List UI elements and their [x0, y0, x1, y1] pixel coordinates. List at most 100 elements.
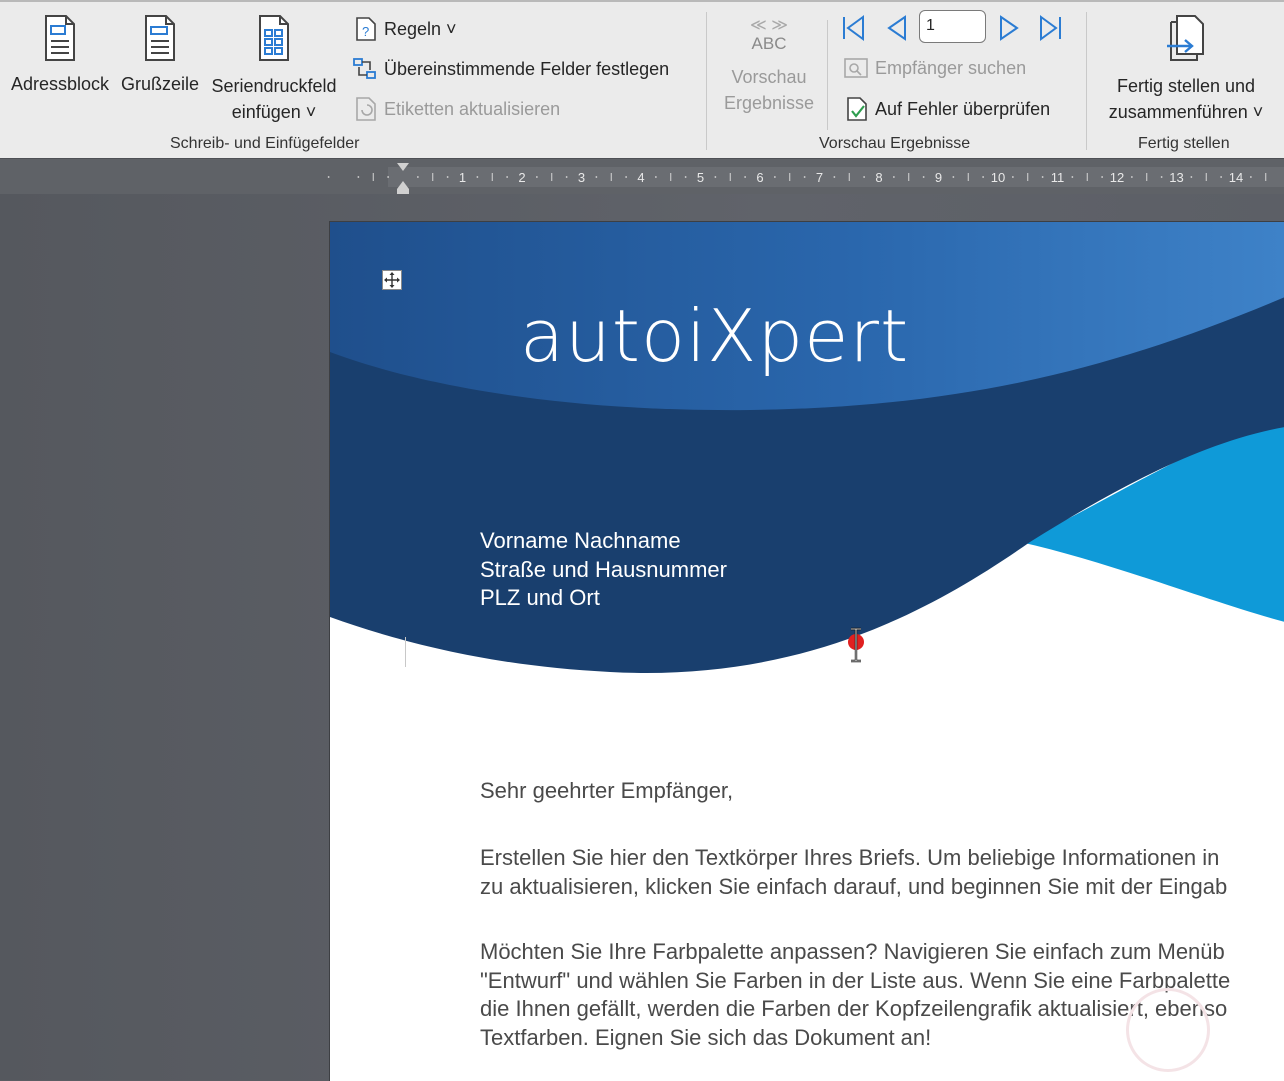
ruler-tick [684, 176, 687, 178]
seriendruckfeld-label-1: Seriendruckfeld [211, 76, 337, 96]
match-fields-button[interactable]: Übereinstimmende Felder festlegen [352, 56, 669, 82]
record-number-input[interactable]: 1 [919, 10, 986, 43]
vorschau-label-2: Ergebnisse [723, 93, 815, 113]
document-page[interactable]: autoiXpert Vorname Nachname Straße und H… [329, 221, 1284, 1081]
company-logo: autoiXpert [520, 294, 910, 378]
next-record-icon[interactable] [996, 14, 1022, 42]
ruler-label: 7 [816, 170, 823, 185]
ruler-label: 5 [697, 170, 704, 185]
ruler-tick [1011, 176, 1014, 178]
ruler-label: 12 [1110, 170, 1124, 185]
recipient-address[interactable]: Vorname Nachname Straße und Hausnummer P… [480, 527, 727, 613]
first-record-icon[interactable] [840, 14, 868, 42]
abc-icon: ABC [751, 34, 787, 53]
click-indicator [1126, 988, 1210, 1072]
finish-merge-icon [1167, 15, 1204, 61]
ruler-tick [892, 176, 895, 178]
ruler-tick [1190, 176, 1193, 178]
ruler-tick [952, 176, 955, 178]
ruler-tick [625, 176, 628, 178]
find-recipient-button[interactable]: Empfänger suchen [843, 56, 1026, 80]
ruler-tick [506, 176, 509, 178]
insert-merge-field-icon [259, 15, 289, 61]
group-label-finish: Fertig stellen [1138, 135, 1230, 152]
regeln-label: Regeln ˅ [384, 18, 457, 39]
ribbon-separator [706, 12, 707, 150]
ribbon: Adressblock Grußzeile Seriendruckfeld ei… [0, 0, 1284, 158]
ruler-label: 3 [578, 170, 585, 185]
ruler-label: 11 [1051, 170, 1065, 185]
find-recipient-label: Empfänger suchen [875, 57, 1027, 78]
ruler-tick [773, 176, 776, 178]
ruler-tick [387, 176, 390, 178]
ruler-label: 4 [637, 170, 644, 185]
text-margin-indicator [405, 637, 406, 667]
address-line: Straße und Hausnummer [480, 556, 727, 582]
paragraph-line: zu aktualisieren, klicken Sie einfach da… [480, 873, 1228, 899]
ruler-label: 6 [756, 170, 763, 185]
vorschau-label-1: Vorschau [731, 67, 807, 87]
ruler-label: 8 [875, 170, 882, 185]
ruler-tick [1220, 176, 1223, 178]
finish-label-1: Fertig stellen und [1116, 76, 1256, 96]
ruler-tick [833, 176, 836, 178]
adressblock-button[interactable]: Adressblock [8, 14, 112, 97]
ruler-tick [744, 176, 747, 178]
horizontal-ruler[interactable]: 1 2 3 4 5 6 7 8 9 10 11 12 13 14 [0, 158, 1284, 196]
last-record-icon[interactable] [1036, 14, 1064, 42]
regeln-button[interactable]: ? Regeln ˅ [354, 16, 457, 42]
find-recipient-icon [844, 58, 868, 78]
rules-icon: ? [356, 17, 376, 41]
ribbon-separator [827, 20, 828, 130]
ruler-scale: 1 2 3 4 5 6 7 8 9 10 11 12 13 14 [327, 163, 1284, 194]
match-fields-label: Übereinstimmende Felder festlegen [384, 58, 670, 79]
ruler-tick [982, 176, 985, 178]
address-line: PLZ und Ort [480, 585, 600, 610]
ruler-tick [357, 176, 360, 178]
move-handle-icon[interactable] [382, 270, 402, 290]
finish-label-2: zusammenführen ˅ [1108, 102, 1264, 122]
ruler-tick [803, 176, 806, 178]
header-graphic [330, 222, 1284, 682]
ruler-label: 10 [991, 170, 1005, 185]
ruler-tick [565, 176, 568, 178]
ruler-tick [1160, 176, 1163, 178]
ruler-tick [595, 176, 598, 178]
ruler-tick [1249, 176, 1252, 178]
svg-text:?: ? [362, 24, 369, 39]
seriendruckfeld-button[interactable]: Seriendruckfeld einfügen ˅ [206, 14, 342, 125]
ruler-label: 9 [935, 170, 942, 185]
seriendruckfeld-label-2: einfügen ˅ [231, 102, 317, 122]
ruler-label: 13 [1169, 170, 1183, 185]
adressblock-label: Adressblock [10, 74, 110, 94]
match-fields-icon [353, 58, 376, 79]
ruler-tick [863, 176, 866, 178]
ruler-tick [1130, 176, 1133, 178]
salutation[interactable]: Sehr geehrter Empfänger, [480, 777, 733, 806]
greeting-line-icon [145, 15, 175, 61]
group-label-write-insert: Schreib- und Einfügefelder [170, 135, 360, 152]
preview-results-button[interactable]: ≪ ≫ ABC Vorschau Ergebnisse [720, 18, 818, 116]
grusszeile-button[interactable]: Grußzeile [118, 14, 202, 97]
ruler-label: 14 [1229, 170, 1243, 185]
paragraph-line: Möchten Sie Ihre Farbpalette anpassen? N… [480, 939, 1225, 964]
ruler-tick [416, 176, 419, 178]
ruler-tick [327, 176, 330, 178]
paragraph-line: die Ihnen gefällt, werden die Farben der… [480, 996, 1228, 1021]
ribbon-separator [1086, 12, 1087, 150]
ruler-tick [654, 176, 657, 178]
body-paragraph-2[interactable]: Möchten Sie Ihre Farbpalette anpassen? N… [480, 938, 1230, 1052]
ruler-tick [535, 176, 538, 178]
update-labels-button[interactable]: Etiketten aktualisieren [354, 96, 560, 122]
check-errors-label: Auf Fehler überprüfen [875, 98, 1051, 119]
paragraph-line: Textfarben. Eignen Sie sich das Dokument… [480, 1024, 932, 1050]
finish-merge-button[interactable]: Fertig stellen und zusammenführen ˅ [1096, 14, 1276, 125]
text-cursor-icon [847, 627, 867, 668]
previous-record-icon[interactable] [884, 14, 910, 42]
check-errors-icon [847, 97, 867, 121]
paragraph-line: Erstellen Sie hier den Textkörper Ihres … [480, 845, 1220, 870]
body-paragraph-1[interactable]: Erstellen Sie hier den Textkörper Ihres … [480, 844, 1227, 901]
ruler-tick [1071, 176, 1074, 178]
check-errors-button[interactable]: Auf Fehler überprüfen [845, 96, 1050, 122]
ruler-tick [1101, 176, 1104, 178]
